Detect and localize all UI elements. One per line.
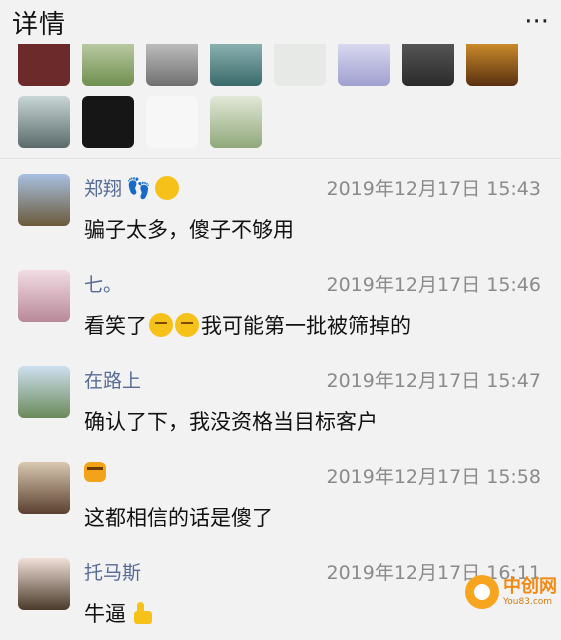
liker-avatar[interactable] (274, 44, 326, 86)
commenter-avatar[interactable] (18, 174, 70, 226)
comment-text: 牛逼 (84, 598, 154, 628)
commenter-avatar[interactable] (18, 462, 70, 514)
liker-avatar[interactable] (82, 44, 134, 86)
liker-avatar[interactable] (210, 44, 262, 86)
comment-text: 骗子太多，傻子不够用 (84, 218, 294, 242)
watermark-sub-text: You83.com (503, 596, 553, 607)
watermark-main-text: 中创网 (503, 575, 557, 597)
liker-avatar[interactable] (146, 96, 198, 148)
comment-text: 看笑了 我可能第一批被筛掉的 (84, 313, 411, 338)
commenter-name[interactable]: 郑翔 👣 (84, 174, 179, 201)
likes-avatars-row-2 (18, 96, 558, 152)
divider (0, 158, 561, 159)
thinking-emoji-icon (175, 313, 199, 337)
commenter-name[interactable] (84, 462, 106, 482)
comment-text: 这都相信的话是傻了 (84, 506, 273, 530)
watermark-logo-icon (465, 575, 499, 609)
liker-avatar[interactable] (18, 96, 70, 148)
comment-item[interactable]: 郑翔 👣 2019年12月17日 15:43 骗子太多，傻子不够用 (0, 160, 561, 256)
commenter-avatar[interactable] (18, 270, 70, 322)
commenter-avatar[interactable] (18, 558, 70, 610)
comment-item[interactable]: 2019年12月17日 15:58 这都相信的话是傻了 (0, 448, 561, 544)
watermark-logo: 中创网 You83.com (465, 571, 557, 613)
liker-avatar[interactable] (82, 96, 134, 148)
comment-time: 2019年12月17日 15:47 (326, 370, 541, 392)
thumbs-up-emoji-icon (128, 601, 154, 625)
more-menu-icon[interactable]: ··· (524, 9, 549, 35)
comment-item[interactable]: 七。 2019年12月17日 15:46 看笑了 我可能第一批被筛掉的 (0, 256, 561, 352)
likes-avatars-row-1 (18, 44, 558, 88)
liker-avatar[interactable] (210, 96, 262, 148)
liker-avatar[interactable] (146, 44, 198, 86)
footprints-emoji-icon: 👣 (126, 175, 151, 200)
comment-time: 2019年12月17日 15:46 (326, 274, 541, 296)
liker-avatar[interactable] (402, 44, 454, 86)
commenter-avatar[interactable] (18, 366, 70, 418)
liker-avatar[interactable] (18, 44, 70, 86)
liker-avatar[interactable] (338, 44, 390, 86)
thinking-emoji-icon (149, 313, 173, 337)
commenter-name[interactable]: 七。 (84, 270, 122, 297)
comment-time: 2019年12月17日 15:58 (326, 466, 541, 488)
top-bar: 详情 ··· (0, 0, 561, 44)
comment-item[interactable]: 在路上 2019年12月17日 15:47 确认了下，我没资格当目标客户 (0, 352, 561, 448)
comment-text: 确认了下，我没资格当目标客户 (84, 410, 378, 434)
kiss-emoji-icon (154, 175, 179, 200)
tiger-emoji-icon (84, 462, 106, 482)
comment-time: 2019年12月17日 15:43 (326, 178, 541, 200)
liker-avatar[interactable] (466, 44, 518, 86)
commenter-name[interactable]: 在路上 (84, 366, 141, 393)
page-title: 详情 (12, 9, 67, 40)
commenter-name[interactable]: 托马斯 (84, 558, 141, 585)
